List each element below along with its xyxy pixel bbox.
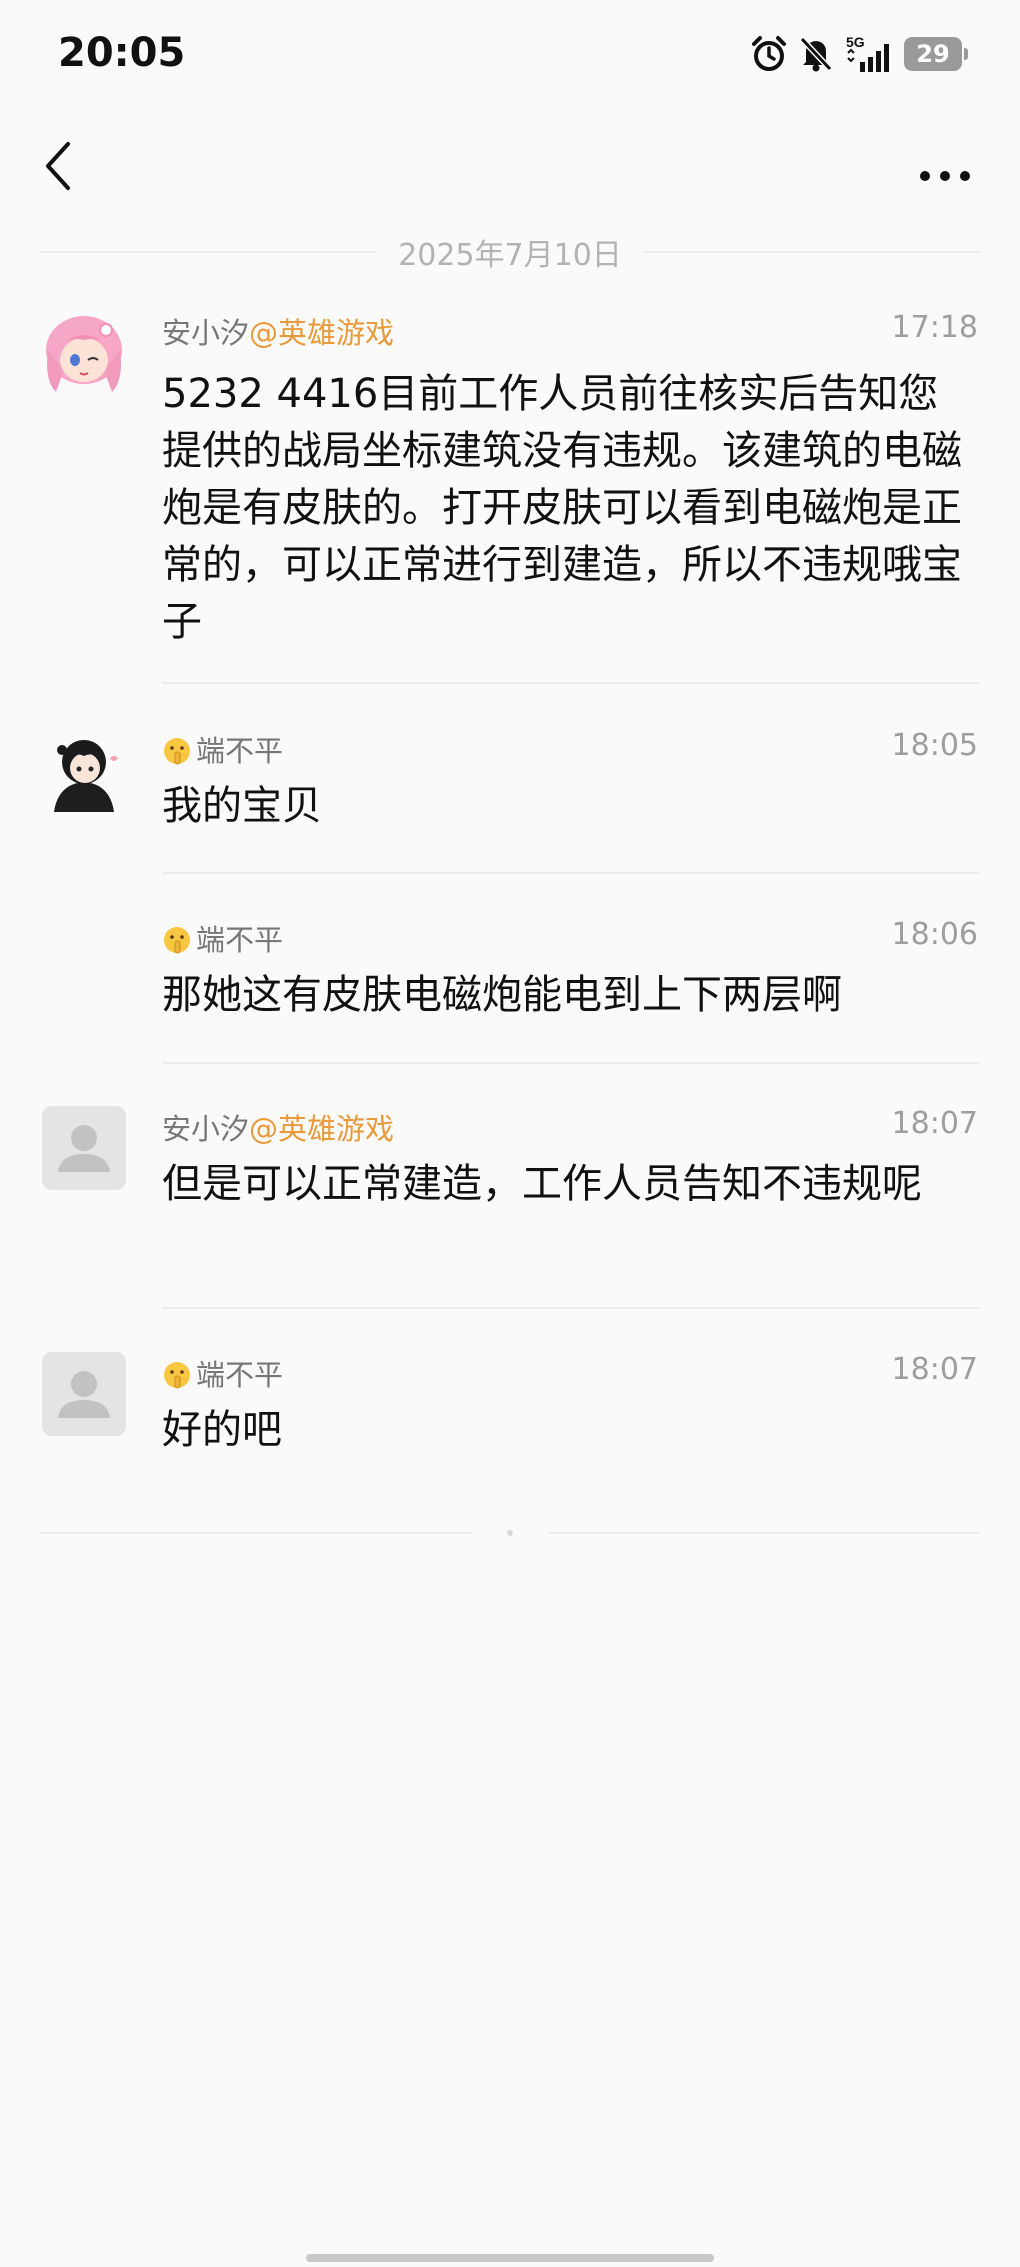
sender-nickname: 端不平 [196, 1358, 284, 1392]
avatar[interactable] [42, 1106, 126, 1190]
sender-name: 端不平 [162, 1352, 283, 1394]
message-time: 17:18 [891, 310, 978, 345]
sender-nickname: 端不平 [196, 923, 284, 957]
avatar[interactable] [42, 1352, 126, 1436]
message-text: 5232 4416目前工作人员前往核实后告知您提供的战局坐标建筑没有违规。该建筑… [162, 371, 962, 645]
shushing-face-icon [164, 738, 190, 765]
more-button[interactable] [910, 136, 980, 196]
sender-tag[interactable]: @英雄游戏 [249, 316, 394, 350]
avatar[interactable] [42, 728, 126, 812]
anime-girl-avatar [42, 310, 126, 394]
divider [40, 251, 377, 253]
more-horizontal-icon [920, 171, 970, 181]
sender-nickname: 安小汐 [162, 1112, 250, 1146]
sender-name: 端不平 [162, 917, 283, 959]
shushing-face-icon [164, 927, 190, 954]
mute-bell-icon [799, 36, 833, 72]
divider [162, 682, 980, 684]
default-user-avatar [42, 1106, 126, 1190]
message-time: 18:05 [891, 728, 978, 763]
signal-icon: 5G [846, 34, 889, 72]
default-user-avatar [42, 1352, 126, 1436]
back-button[interactable] [30, 136, 90, 196]
message-time: 18:07 [891, 1106, 978, 1141]
message-text: 但是可以正常建造，工作人员告知不违规呢 [162, 1161, 922, 1207]
date-separator: 2025年7月10日 [40, 232, 981, 273]
divider [643, 251, 981, 253]
shushing-face-icon [164, 1362, 190, 1389]
nav-bar [0, 120, 1020, 210]
message-time: 18:06 [891, 917, 978, 952]
dark-hair-girl-avatar [42, 728, 126, 812]
divider [162, 872, 980, 874]
divider [162, 1062, 980, 1064]
status-icons: 5G 29 [750, 32, 968, 76]
status-bar: 20:05 5G 29 [0, 0, 1020, 110]
sender-name: 端不平 [162, 728, 283, 770]
message-text: 我的宝贝 [162, 783, 322, 829]
date-label: 2025年7月10日 [398, 238, 622, 273]
message-text: 那她这有皮肤电磁炮能电到上下两层啊 [162, 972, 842, 1018]
divider [40, 1532, 471, 1534]
avatar[interactable] [42, 310, 126, 394]
message-time: 18:07 [891, 1352, 978, 1387]
alarm-icon [752, 36, 786, 71]
end-separator [40, 1530, 980, 1536]
status-time: 20:05 [58, 30, 186, 76]
network-type: 5G [846, 34, 865, 50]
chevron-left-icon [46, 142, 70, 190]
battery-level: 29 [916, 40, 950, 68]
divider [162, 1307, 980, 1309]
sender-name: 安小汐@英雄游戏 [162, 1106, 394, 1148]
sender-tag[interactable]: @英雄游戏 [249, 1112, 394, 1146]
sender-nickname: 安小汐 [162, 316, 250, 350]
home-indicator[interactable] [306, 2254, 714, 2262]
sender-nickname: 端不平 [196, 734, 284, 768]
message-text: 好的吧 [162, 1407, 282, 1453]
divider [549, 1532, 980, 1534]
battery-icon: 29 [904, 37, 968, 71]
sender-name: 安小汐@英雄游戏 [162, 310, 394, 352]
separator-dot [507, 1530, 513, 1536]
